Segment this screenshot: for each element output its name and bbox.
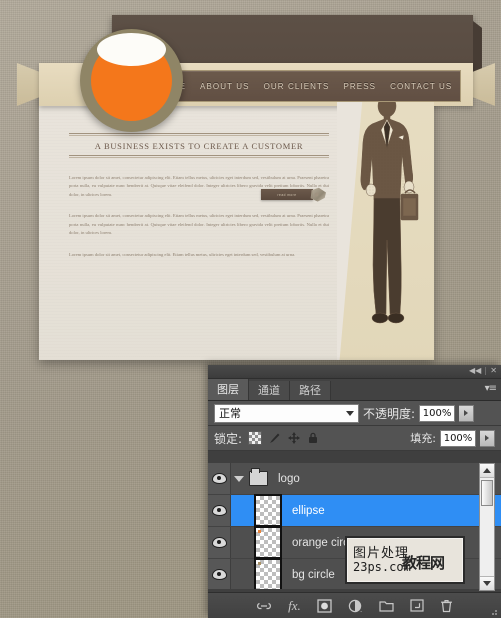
headline-rule-bottom-thin bbox=[69, 157, 329, 158]
layer-name: ellipse bbox=[292, 504, 325, 517]
site-content: A BUSINESS EXISTS TO CREATE A CUSTOMER L… bbox=[69, 133, 329, 272]
layer-name: bg circle bbox=[292, 568, 335, 581]
site-navigation: HOME ABOUT US OUR CLIENTS PRESS CONTACT … bbox=[149, 70, 461, 102]
body-paragraph: Lorem ipsum dolor sit amet, consectetur … bbox=[69, 251, 296, 257]
panel-window-buttons: ◀◀ ✕ bbox=[469, 366, 497, 376]
delete-layer-icon[interactable] bbox=[440, 599, 453, 613]
chevron-down-icon bbox=[234, 475, 244, 482]
group-expand-toggle[interactable] bbox=[231, 475, 247, 482]
lock-label: 锁定: bbox=[214, 431, 243, 446]
layer-list-scrollbar[interactable] bbox=[479, 463, 495, 591]
opacity-input[interactable]: 100% bbox=[419, 404, 456, 422]
scrollbar-thumb[interactable] bbox=[481, 480, 493, 506]
layer-name: logo bbox=[278, 472, 300, 485]
eye-icon bbox=[211, 505, 227, 516]
eye-icon bbox=[211, 569, 227, 580]
new-layer-icon[interactable] bbox=[410, 599, 424, 612]
new-group-icon[interactable] bbox=[379, 600, 394, 612]
layer-style-fx-icon[interactable]: fx. bbox=[288, 598, 301, 614]
illustration-panel bbox=[337, 78, 434, 360]
link-layers-icon[interactable] bbox=[256, 600, 272, 612]
lock-fill-row: 锁定: 填充: 100% bbox=[208, 426, 501, 451]
layer-visibility-toggle[interactable] bbox=[208, 527, 231, 558]
svg-text:.: . bbox=[360, 606, 362, 613]
blend-mode-value: 正常 bbox=[219, 407, 241, 420]
eye-icon bbox=[211, 537, 227, 548]
layer-thumbnail[interactable] bbox=[254, 494, 282, 527]
lock-icon-group bbox=[248, 431, 319, 445]
folder-icon bbox=[249, 468, 268, 486]
layer-visibility-toggle[interactable] bbox=[208, 559, 231, 589]
opacity-label: 不透明度: bbox=[363, 406, 416, 421]
fill-slider-button[interactable] bbox=[480, 429, 495, 447]
triangle-up-icon bbox=[483, 468, 491, 473]
eye-icon bbox=[211, 473, 227, 484]
lock-all-icon[interactable] bbox=[307, 432, 319, 444]
fill-input[interactable]: 100% bbox=[440, 429, 476, 447]
lock-transparency-icon[interactable] bbox=[248, 431, 263, 445]
read-more-label: read more bbox=[277, 192, 297, 197]
layer-thumbnail[interactable] bbox=[254, 558, 282, 589]
layer-thumbnail[interactable] bbox=[254, 526, 282, 559]
table-row[interactable]: logo bbox=[208, 463, 501, 495]
watermark: 图片处理 23ps.com 教程网 bbox=[345, 536, 465, 584]
page-title: A BUSINESS EXISTS TO CREATE A CUSTOMER bbox=[94, 141, 304, 151]
headline-rule-top bbox=[69, 133, 329, 134]
layers-panel-toolbar: fx. . bbox=[208, 592, 501, 618]
lock-position-move-icon[interactable] bbox=[288, 432, 301, 444]
close-icon[interactable]: ✕ bbox=[490, 366, 497, 376]
scroll-down-button[interactable] bbox=[480, 576, 494, 590]
opacity-slider-button[interactable] bbox=[459, 404, 475, 422]
nav-item-contact-us[interactable]: CONTACT US bbox=[390, 82, 452, 91]
nav-item-about-us[interactable]: ABOUT US bbox=[200, 82, 250, 91]
scroll-up-button[interactable] bbox=[480, 464, 494, 478]
table-row[interactable]: ellipse bbox=[208, 494, 501, 527]
headline-block: A BUSINESS EXISTS TO CREATE A CUSTOMER bbox=[69, 133, 329, 158]
layer-visibility-toggle[interactable] bbox=[208, 495, 231, 526]
read-more-button[interactable]: read more bbox=[261, 189, 313, 200]
nav-item-press[interactable]: PRESS bbox=[343, 82, 376, 91]
titlebar-divider bbox=[485, 367, 487, 375]
panel-tabstrip: 图层 通道 路径 ▾≡ bbox=[208, 379, 501, 401]
watermark-overlay-text: 教程网 bbox=[402, 554, 445, 572]
tab-paths[interactable]: 路径 bbox=[290, 381, 331, 400]
chevron-down-icon bbox=[346, 410, 354, 416]
tab-layers[interactable]: 图层 bbox=[208, 379, 249, 400]
body-paragraph: Lorem ipsum dolor sit amet, consectetur … bbox=[69, 213, 329, 236]
lock-image-brush-icon[interactable] bbox=[269, 432, 281, 444]
collapse-panel-icon[interactable]: ◀◀ bbox=[469, 366, 481, 376]
fill-label: 填充: bbox=[410, 432, 436, 445]
layer-visibility-toggle[interactable] bbox=[208, 463, 231, 494]
blend-mode-select[interactable]: 正常 bbox=[214, 403, 359, 423]
tab-channels[interactable]: 通道 bbox=[249, 381, 290, 400]
businessman-illustration bbox=[360, 92, 419, 324]
website-mockup-canvas: A BUSINESS EXISTS TO CREATE A CUSTOMER L… bbox=[17, 15, 495, 360]
panel-titlebar[interactable]: ◀◀ ✕ bbox=[208, 365, 501, 379]
adjustment-layer-icon[interactable]: . bbox=[348, 599, 363, 613]
panel-menu-icon[interactable]: ▾≡ bbox=[485, 383, 497, 394]
headline-rule-bottom bbox=[69, 155, 329, 156]
panel-resize-grip[interactable] bbox=[489, 607, 498, 616]
nav-item-our-clients[interactable]: OUR CLIENTS bbox=[264, 82, 330, 91]
logo-ellipse bbox=[97, 33, 166, 66]
add-layer-mask-icon[interactable] bbox=[317, 598, 332, 613]
blend-opacity-row: 正常 不透明度: 100% bbox=[208, 401, 501, 426]
triangle-down-icon bbox=[483, 581, 491, 586]
